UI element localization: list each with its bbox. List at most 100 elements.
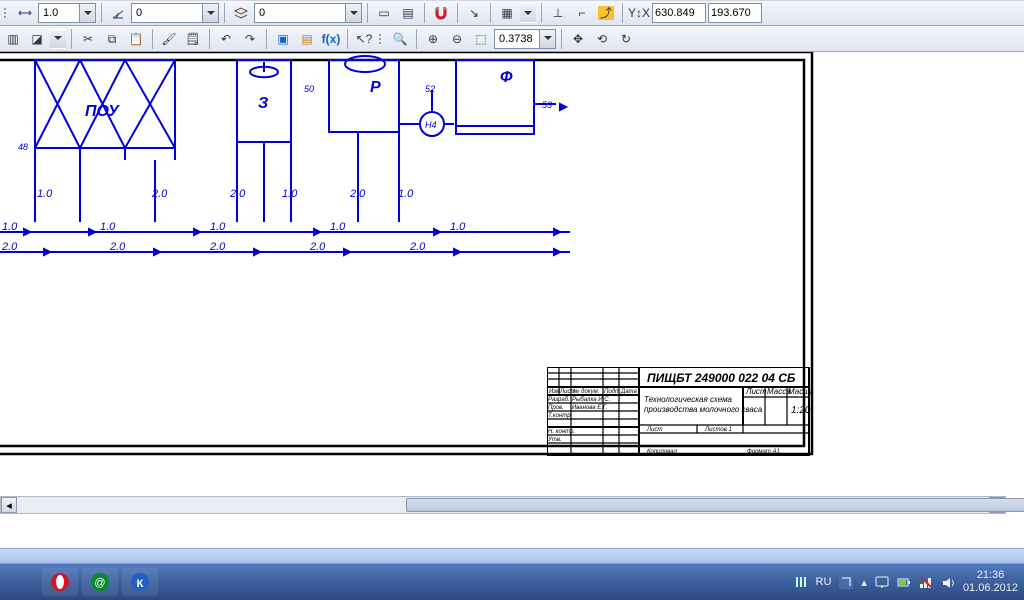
svg-text:Масштаб: Масштаб [788, 387, 812, 396]
zoom-input[interactable] [495, 30, 539, 48]
scroll-track[interactable] [17, 497, 989, 513]
svg-text:Технологическая схема: Технологическая схема [644, 395, 733, 404]
step-input[interactable] [39, 4, 79, 22]
svg-text:1.0: 1.0 [210, 221, 226, 233]
properties-icon[interactable]: 🗒 [182, 28, 204, 50]
select-dropdown-button[interactable] [50, 30, 66, 48]
select-dropdown[interactable] [50, 29, 66, 49]
svg-text:1.0: 1.0 [37, 188, 53, 200]
tray-battery-icon[interactable] [897, 575, 911, 589]
tray-time: 21:36 [963, 569, 1018, 582]
copy-props-icon[interactable]: ▥ [2, 28, 24, 50]
zoom-combo[interactable] [494, 29, 556, 49]
svg-text:1.0: 1.0 [330, 221, 346, 233]
snap-magnet-icon[interactable] [430, 2, 452, 24]
layer-dropdown-button[interactable] [345, 4, 361, 22]
format-paint-icon[interactable]: 🖌 [158, 28, 180, 50]
pan-icon[interactable]: ✥ [567, 28, 589, 50]
svg-text:@: @ [94, 577, 105, 589]
tray-action-center-icon[interactable] [875, 575, 889, 589]
toolbar-1: ▭ ▤ ↘ ▦ ⊥ ⌐ ⤴ Y↕X 630.849 193.670 [0, 0, 1024, 26]
layers-icon[interactable] [230, 2, 252, 24]
num-50: 50 [304, 84, 314, 94]
undo-icon[interactable]: ↶ [215, 28, 237, 50]
rounding-icon[interactable]: ⤴ [595, 2, 617, 24]
canvas[interactable]: ПОУ З Р Ф Н4 48 50 52 53 [0, 52, 1024, 600]
h-scrollbar[interactable]: ◂ ▸ [0, 496, 1006, 514]
snap-endpoint-icon[interactable]: ↘ [463, 2, 485, 24]
zoom-prev-icon[interactable]: ⟲ [591, 28, 613, 50]
tray-volume-icon[interactable] [941, 575, 955, 589]
angle-icon[interactable] [107, 2, 129, 24]
tray-date: 01.06.2012 [963, 582, 1018, 595]
zoom-out-icon[interactable]: ⊖ [446, 28, 468, 50]
taskbar-app-opera[interactable] [42, 568, 78, 596]
label-f: Ф [500, 69, 513, 86]
tray-flag-icon[interactable] [839, 575, 853, 589]
label-z: З [258, 95, 268, 112]
angle-dropdown-button[interactable] [202, 4, 218, 22]
angle-combo[interactable] [131, 3, 219, 23]
zoom-window-icon[interactable]: ⬚ [470, 28, 492, 50]
zoom-in-icon[interactable]: ⊕ [422, 28, 444, 50]
spec-icon[interactable]: ▤ [296, 28, 318, 50]
svg-text:Подп.: Подп. [604, 389, 620, 395]
svg-text:Лист: Лист [646, 427, 662, 433]
xy-prefix-icon: Y↕X [628, 2, 650, 24]
redo-icon[interactable]: ↷ [239, 28, 261, 50]
svg-text:2.0: 2.0 [1, 241, 18, 253]
step-combo[interactable] [38, 3, 96, 23]
variables-icon[interactable]: ▤ [397, 2, 419, 24]
step-dropdown-button[interactable] [79, 4, 95, 22]
tray-clock[interactable]: 21:36 01.06.2012 [963, 569, 1018, 594]
coord-y-field[interactable]: 193.670 [708, 3, 762, 23]
fx-icon[interactable]: f(x) [320, 28, 342, 50]
svg-text:Формат A1: Формат A1 [747, 449, 780, 455]
angle-input[interactable] [132, 4, 202, 22]
svg-text:Утв.: Утв. [547, 437, 562, 443]
chevron-up-icon[interactable]: ▴ [861, 576, 867, 589]
start-area[interactable] [0, 564, 40, 600]
label-pou: ПОУ [85, 103, 120, 120]
svg-text:№ докум.: № докум. [573, 388, 599, 395]
svg-text:2.0: 2.0 [151, 188, 168, 200]
toolbar-2: ▥ ◪ ✂ ⧉ 📋 🖌 🗒 ↶ ↷ ▣ ▤ f(x) ↖? 🔍 ⊕ ⊖ ⬚ ✥ … [0, 26, 1024, 52]
drawing-area[interactable]: ПОУ З Р Ф Н4 48 50 52 53 [0, 52, 890, 472]
tray-network-icon[interactable] [919, 575, 933, 589]
svg-text:2.0: 2.0 [109, 241, 126, 253]
zoom-fit-icon[interactable]: 🔍 [389, 28, 411, 50]
layer-combo[interactable] [254, 3, 362, 23]
svg-text:ПИЩБТ 249000 022 04 СБ: ПИЩБТ 249000 022 04 СБ [647, 371, 796, 385]
svg-text:1.0: 1.0 [398, 188, 414, 200]
svg-text:1.0: 1.0 [282, 188, 298, 200]
copy-icon[interactable]: ⧉ [101, 28, 123, 50]
grid-dropdown[interactable] [520, 3, 536, 23]
scroll-left-button[interactable]: ◂ [1, 497, 17, 513]
library-icon[interactable]: ▭ [373, 2, 395, 24]
doc-manager-icon[interactable]: ▣ [272, 28, 294, 50]
num-52: 52 [425, 84, 435, 94]
taskbar-app-kompas[interactable]: К [122, 568, 158, 596]
taskbar-app-mail-agent[interactable]: @ [82, 568, 118, 596]
ortho-icon[interactable]: ⊥ [547, 2, 569, 24]
whatsthis-icon[interactable]: ↖? [353, 28, 375, 50]
taskbar: @ К RU ▴ 21:36 01.06.2012 [0, 564, 1024, 600]
tray-lang[interactable]: RU [816, 576, 832, 588]
layer-input[interactable] [255, 4, 345, 22]
grid-dropdown-button[interactable] [520, 4, 536, 22]
dim-hv-icon[interactable] [14, 2, 36, 24]
cut-icon[interactable]: ✂ [77, 28, 99, 50]
scroll-thumb[interactable] [406, 498, 1024, 512]
coord-x-field[interactable]: 630.849 [652, 3, 706, 23]
perp-icon[interactable]: ⌐ [571, 2, 593, 24]
tray-options-icon[interactable] [794, 575, 808, 589]
svg-text:2.0: 2.0 [409, 241, 426, 253]
svg-text:Дата: Дата [620, 389, 637, 395]
grip-icon [379, 28, 385, 50]
select-similar-icon[interactable]: ◪ [26, 28, 48, 50]
paste-icon[interactable]: 📋 [125, 28, 147, 50]
zoom-dropdown-button[interactable] [539, 30, 555, 48]
refresh-icon[interactable]: ↻ [615, 28, 637, 50]
grid-icon[interactable]: ▦ [496, 2, 518, 24]
svg-text:Т.контр.: Т.контр. [548, 413, 572, 419]
